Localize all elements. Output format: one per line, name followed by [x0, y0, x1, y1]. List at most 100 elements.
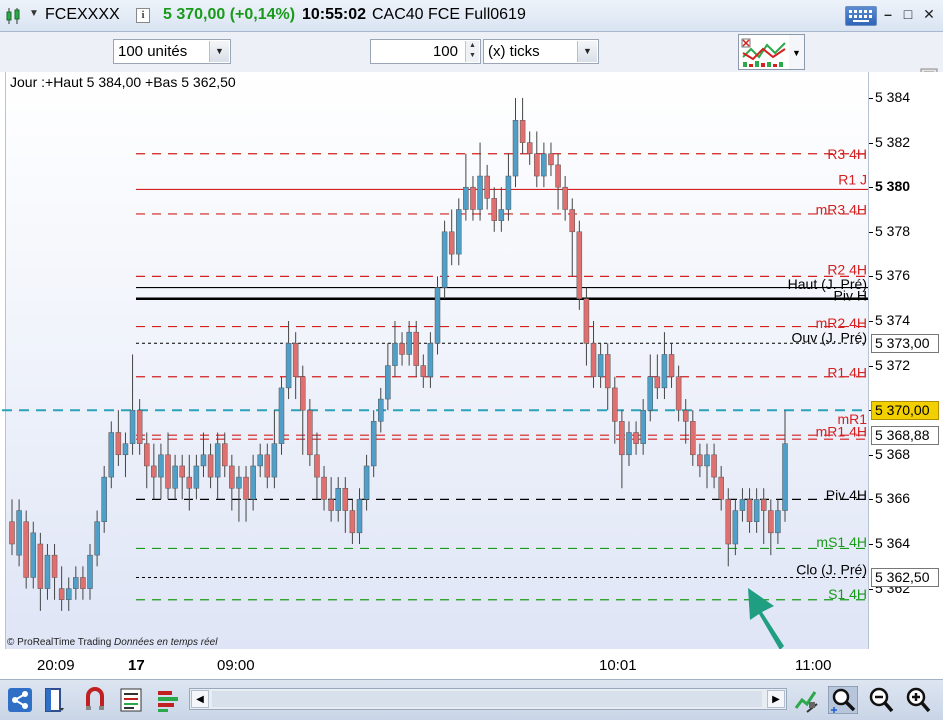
bullish-candle: [626, 432, 632, 456]
layout-icon[interactable]: [42, 686, 68, 714]
bearish-candle: [143, 443, 150, 467]
bullish-candle: [385, 365, 391, 400]
bullish-candle: [441, 231, 448, 288]
x-axis[interactable]: 20:09 17 09:00 10:01 11:00: [5, 649, 869, 679]
bearish-candle: [760, 499, 767, 511]
volume-profile-icon[interactable]: [155, 686, 181, 714]
bearish-candle: [342, 488, 349, 511]
level-label: Piv 4H: [826, 487, 867, 503]
bearish-candle: [37, 543, 44, 589]
bullish-candle: [44, 554, 51, 589]
bearish-candle: [590, 343, 597, 377]
bearish-candle: [307, 409, 313, 456]
bearish-candle: [151, 465, 157, 478]
bullish-candle: [370, 421, 377, 467]
bullish-candle: [122, 443, 129, 456]
bearish-candle: [519, 120, 526, 143]
share-icon[interactable]: [7, 686, 33, 714]
zoom-out-icon[interactable]: [868, 686, 894, 714]
horizontal-scrollbar[interactable]: ◀ ▶: [189, 688, 787, 710]
bullish-candle: [87, 554, 93, 589]
zoom-area-icon[interactable]: [828, 686, 858, 714]
bearish-candle: [682, 409, 689, 422]
bullish-candle: [65, 588, 72, 600]
scroll-left-arrow-icon[interactable]: ◀: [191, 690, 209, 708]
bearish-candle: [413, 331, 419, 366]
bearish-candle: [222, 443, 228, 467]
y-tick-mark: [869, 187, 873, 189]
bearish-candle: [633, 432, 639, 444]
bullish-candle: [505, 175, 512, 210]
bearish-candle: [612, 387, 618, 422]
y-tick-label: 5 374: [875, 312, 911, 328]
scrollbar-thumb[interactable]: [212, 691, 762, 707]
bearish-candle: [526, 142, 533, 155]
bearish-candle: [675, 376, 682, 411]
bearish-candle: [768, 510, 774, 534]
x-tick-label: 10:01: [599, 657, 637, 674]
bearish-candle: [23, 521, 29, 578]
x-tick-label: 20:09: [37, 657, 75, 674]
y-tick-label: 5 364: [875, 535, 911, 551]
bearish-candle: [115, 432, 122, 456]
bearish-candle: [80, 577, 86, 589]
bullish-candle: [285, 343, 292, 389]
zoom-in-icon[interactable]: [905, 686, 931, 714]
bearish-candle: [264, 454, 271, 478]
y-tick-mark: [869, 142, 873, 144]
auto-scale-icon[interactable]: [793, 686, 819, 714]
bearish-candle: [470, 186, 476, 210]
bullish-candle: [236, 476, 242, 489]
bullish-candle: [640, 409, 646, 444]
level-label: Clo (J. Pré): [796, 562, 867, 578]
bullish-candle: [335, 488, 341, 511]
bullish-candle: [704, 454, 710, 467]
x-tick-label: 17: [128, 657, 145, 674]
chart-header: Jour :+Haut 5 384,00 +Bas 5 362,50: [10, 74, 236, 90]
bullish-candle: [193, 465, 200, 489]
bearish-candle: [534, 153, 540, 177]
x-tick-label: 09:00: [217, 657, 255, 674]
bullish-candle: [541, 153, 547, 177]
bottom-toolbar: ◀ ▶: [0, 679, 943, 720]
bullish-candle: [257, 454, 263, 467]
y-tick-mark: [869, 321, 873, 322]
bearish-candle: [292, 343, 299, 377]
bullish-candle: [16, 510, 22, 556]
bullish-candle: [406, 331, 412, 355]
bearish-candle: [697, 454, 703, 467]
price-chart[interactable]: R3 4HR1 JmR3 4HR2 4HHaut (J. Pré)Piv HmR…: [0, 0, 943, 680]
bullish-candle: [463, 186, 469, 210]
y-axis[interactable]: 5 384 5 382 5 380 5 378 5 376 5 374 5 372 5 370…: [869, 72, 943, 679]
bullish-candle: [271, 443, 278, 478]
bearish-candle: [604, 354, 611, 389]
bullish-candle: [250, 465, 256, 500]
scroll-right-arrow-icon[interactable]: ▶: [767, 690, 785, 708]
y-tick-label: 5 380: [875, 178, 911, 195]
bearish-candle: [711, 454, 717, 478]
prev-close-price-tag: 5 362,50: [871, 568, 939, 588]
y-tick-mark: [869, 499, 873, 501]
bearish-candle: [725, 499, 732, 545]
bearish-candle: [491, 198, 497, 221]
bearish-candle: [179, 465, 185, 478]
order-book-icon[interactable]: [118, 686, 144, 714]
bullish-candle: [356, 499, 363, 534]
bearish-candle: [448, 231, 455, 255]
bearish-candle: [349, 510, 356, 534]
bearish-candle: [243, 476, 249, 500]
magnet-icon[interactable]: [82, 686, 108, 714]
y-tick-mark: [869, 588, 873, 590]
bullish-candle: [739, 499, 746, 511]
y-tick-mark: [869, 454, 873, 456]
y-tick-label: 5 378: [875, 222, 911, 239]
bearish-candle: [690, 421, 696, 456]
bearish-candle: [420, 365, 427, 378]
prev-open-price-tag: 5 373,00: [871, 334, 939, 354]
bullish-candle: [732, 510, 739, 545]
bullish-candle: [775, 510, 781, 534]
y-tick-label: 5 384: [875, 89, 911, 105]
bullish-candle: [200, 454, 207, 467]
y-tick-mark: [869, 365, 873, 367]
bearish-candle: [569, 209, 575, 233]
